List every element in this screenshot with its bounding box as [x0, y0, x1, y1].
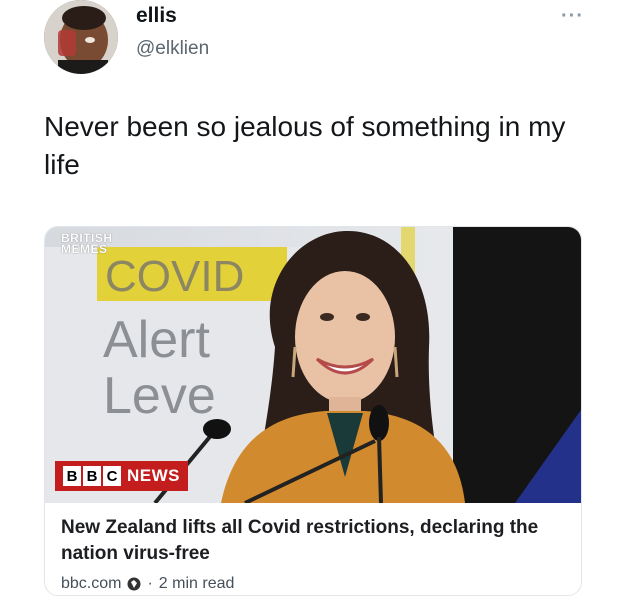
- watermark: BRITISH MEMES: [61, 232, 113, 256]
- bbc-letter-b2: B: [83, 466, 101, 486]
- bbc-news-label: NEWS: [127, 466, 180, 485]
- tweet-text: Never been so jealous of something in my…: [44, 111, 566, 180]
- more-options-icon[interactable]: ···: [561, 6, 584, 26]
- read-time: 2 min read: [158, 575, 235, 592]
- watermark-line-2: MEMES: [61, 242, 108, 256]
- bbc-letter-c: C: [103, 466, 121, 486]
- card-domain[interactable]: bbc.com: [61, 575, 121, 593]
- tweet: ellis @elklien ··· Never been so jealous…: [0, 0, 624, 600]
- link-card[interactable]: COVID Alert Leve BRITISH MEMES B B C NEW…: [44, 226, 582, 596]
- display-name[interactable]: ellis: [136, 4, 177, 28]
- source-icon: [127, 577, 141, 591]
- bbc-news-badge: B B C NEWS: [55, 461, 188, 491]
- card-meta: bbc.com · 2 min read: [61, 575, 234, 593]
- bbc-letter-b1: B: [63, 466, 81, 486]
- sign-word-covid: COVID: [105, 252, 244, 301]
- meta-separator: ·: [147, 575, 153, 592]
- user-handle[interactable]: @elklien: [136, 38, 209, 60]
- sign-word-level: Leve: [103, 367, 216, 425]
- tweet-header: ellis @elklien ···: [44, 0, 584, 74]
- avatar-photo: [44, 0, 118, 74]
- card-title[interactable]: New Zealand lifts all Covid restrictions…: [61, 515, 571, 567]
- card-image: COVID Alert Leve BRITISH MEMES B B C NEW…: [45, 227, 581, 505]
- sign-word-alert: Alert: [103, 311, 210, 369]
- avatar[interactable]: [44, 0, 118, 74]
